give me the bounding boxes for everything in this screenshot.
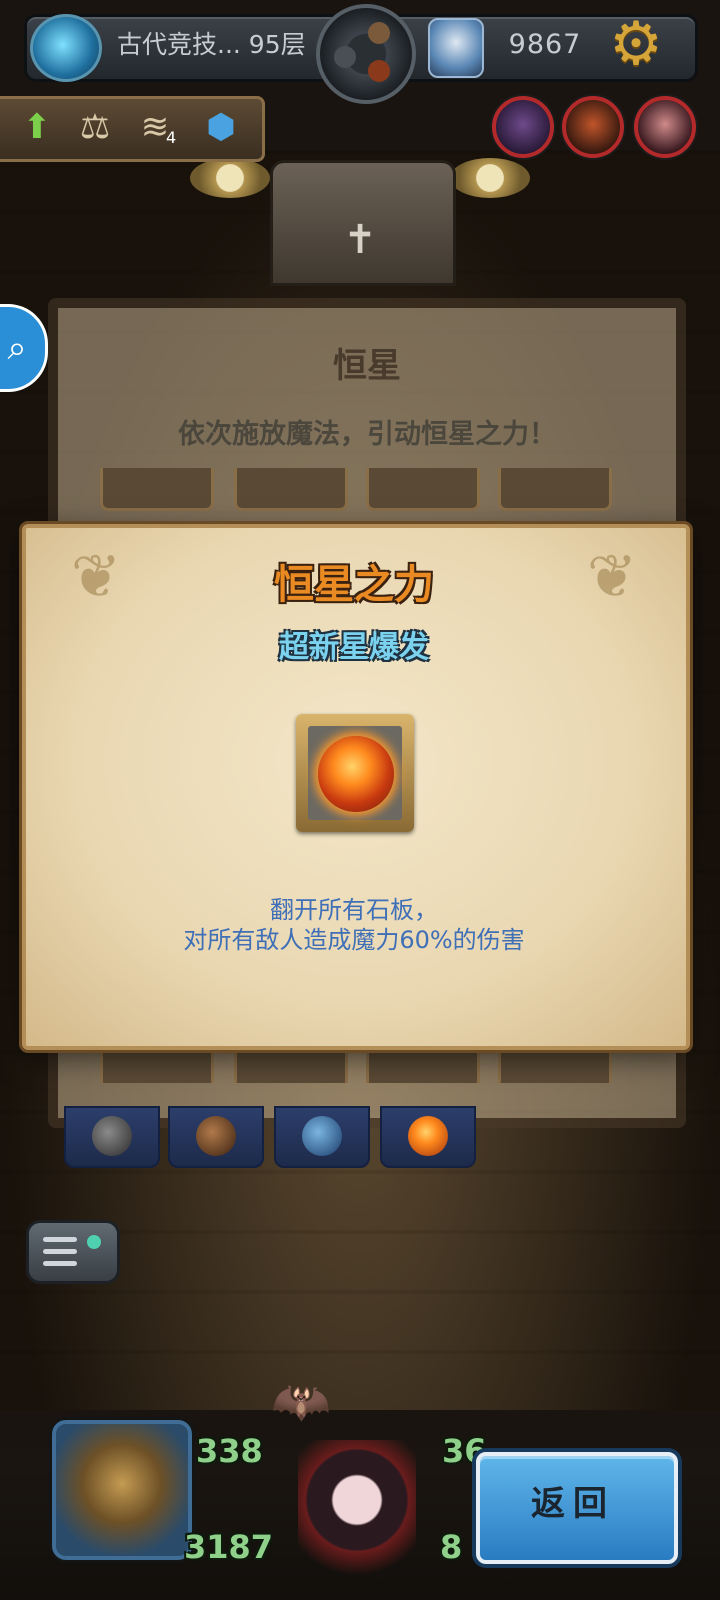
spell-banner[interactable] [168,1106,264,1168]
portal-icon[interactable] [30,14,102,82]
gear-icon[interactable]: ⚙ [604,12,668,76]
menu-button[interactable] [26,1220,120,1284]
sun-icon [318,736,394,812]
slab-slot [498,468,612,511]
planet-orb-icon [302,1116,342,1156]
enemy-portrait[interactable] [492,96,554,158]
menu-indicator-light [87,1235,101,1249]
slab-slot [366,468,480,511]
cross-shield-icon: ✝ [343,217,377,263]
medallion-dot [368,22,390,44]
gold-value: 9867 [508,29,582,60]
up-arrow-icon[interactable]: ⬆ [12,102,62,152]
spring-count: 4 [166,128,177,147]
menu-bar [43,1249,77,1254]
spell-banner[interactable] [380,1106,476,1168]
menu-bar [43,1261,77,1266]
bat-pet-icon: 🦇 [271,1374,331,1430]
medallion-dot [334,46,356,68]
player-avatar[interactable] [428,18,484,78]
attack-stat: 338 [196,1432,263,1470]
medallion-dot [368,60,390,82]
sun-orb-icon [408,1116,448,1156]
background-panel-title: 恒星 [333,346,401,386]
slab-slot [234,468,348,511]
enemy-portrait[interactable] [562,96,624,158]
skill-description-line-2: 对所有敌人造成魔力60%的伤害 [183,926,525,954]
shell-icon[interactable]: ⬢ [196,102,246,152]
spell-banner[interactable] [274,1106,370,1168]
back-button-label[interactable]: 返回 [476,1452,670,1556]
enemy-portrait[interactable] [634,96,696,158]
scale-icon[interactable]: ⚖ [70,102,120,152]
player-character [298,1440,416,1590]
hero-portrait[interactable] [52,1420,192,1560]
menu-bar [43,1237,77,1242]
mp-stat: 8 [440,1528,463,1566]
hp-stat: 3187 [184,1528,274,1566]
pillar-cap-left [190,158,270,198]
modal-title: 恒星之力 [274,562,434,608]
spell-banner[interactable] [64,1106,160,1168]
background-panel-subtitle: 依次施放魔法，引动恒星之力！ [178,419,556,450]
moon-orb-icon [196,1116,236,1156]
pillar-cap-right [450,158,530,198]
rock-orb-icon [92,1116,132,1156]
floor-label: 古代竞技... 95层 [117,30,306,59]
center-medallion[interactable] [316,4,416,104]
slab-slot [100,468,214,511]
modal-subtitle: 超新星爆发 [279,630,429,665]
